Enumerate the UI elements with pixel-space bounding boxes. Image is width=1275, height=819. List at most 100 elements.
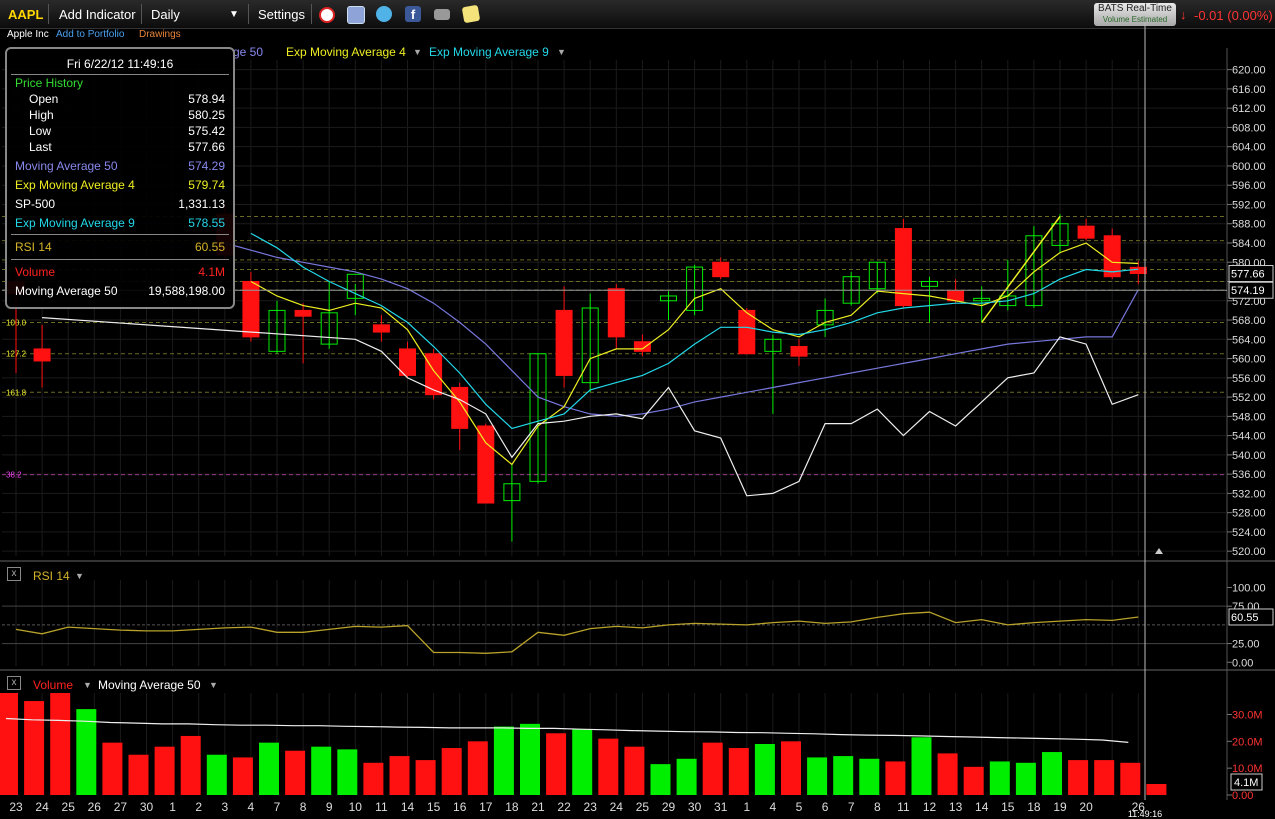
chevron-down-icon[interactable]: ▼	[75, 571, 84, 581]
last-price-label: 577.66	[1231, 269, 1265, 281]
candle-body	[294, 309, 312, 317]
fib-label: 38.2	[6, 471, 22, 480]
volume-bar	[624, 746, 645, 795]
x-tick-label: 4	[770, 800, 777, 814]
x-tick-label: 15	[427, 800, 441, 814]
volume-bar	[911, 737, 932, 795]
x-tick-label: 29	[662, 800, 676, 814]
volume-bar	[285, 750, 306, 795]
volume-bar	[885, 761, 906, 795]
x-tick-label: 25	[62, 800, 76, 814]
x-tick-label: 27	[114, 800, 128, 814]
volume-tick-label: 30.0M	[1232, 709, 1263, 721]
candle-body	[33, 348, 51, 362]
volume-bar	[363, 762, 384, 795]
volume-bar	[781, 741, 801, 795]
x-tick-label: 7	[848, 800, 855, 814]
x-tick-label: 18	[505, 800, 519, 814]
volume-bar	[180, 735, 201, 795]
chevron-down-icon[interactable]: ▼	[413, 47, 422, 57]
volume-bar	[807, 757, 828, 795]
candle-body	[712, 261, 730, 278]
close-icon[interactable]: x	[7, 567, 21, 581]
x-tick-label: 12	[923, 800, 937, 814]
x-tick-label: 8	[874, 800, 881, 814]
volume-bar	[415, 760, 436, 795]
x-tick-label: 17	[479, 800, 493, 814]
y-tick-label: 528.00	[1232, 508, 1266, 520]
rsi-value-label: 60.55	[1231, 612, 1259, 624]
tooltip-sp500: SP-500 1,331.13	[15, 197, 225, 211]
tooltip-high: High 580.25	[29, 108, 225, 122]
y-tick-label: 556.00	[1232, 373, 1266, 385]
volume-bar	[963, 766, 984, 795]
tooltip-low: Low 575.42	[29, 124, 225, 138]
volume-bar	[1146, 783, 1167, 795]
chevron-down-icon[interactable]: ▼	[209, 680, 218, 690]
tooltip-last: Last 577.66	[29, 140, 225, 154]
x-tick-label: 13	[949, 800, 963, 814]
volume-bar	[1042, 752, 1062, 795]
volume-bar	[0, 693, 18, 795]
x-tick-label: 30	[140, 800, 154, 814]
tooltip-ma50: Moving Average 50 574.29	[15, 159, 225, 173]
y-tick-label: 532.00	[1232, 488, 1266, 500]
chevron-down-icon[interactable]: ▼	[83, 680, 92, 690]
x-tick-label: 10	[349, 800, 363, 814]
crosshair-time-label: 11:49:16	[1128, 809, 1162, 819]
close-icon[interactable]: x	[7, 676, 21, 690]
x-tick-label: 4	[248, 800, 255, 814]
candle-body	[555, 309, 573, 376]
candle-body	[451, 386, 469, 429]
volume-bar	[311, 746, 332, 795]
y-tick-label: 608.00	[1232, 122, 1266, 134]
tooltip-volume-ma: Moving Average 50 19,588,198.00	[15, 284, 225, 298]
volume-bar	[232, 757, 253, 795]
tooltip-divider	[11, 74, 229, 75]
x-tick-label: 31	[714, 800, 728, 814]
volume-bar	[1094, 760, 1115, 795]
volume-panel-title[interactable]: Volume	[33, 678, 73, 692]
x-tick-label: 24	[610, 800, 624, 814]
x-tick-label: 22	[557, 800, 571, 814]
volume-bar	[102, 742, 123, 795]
x-tick-label: 3	[221, 800, 228, 814]
tooltip-divider	[11, 259, 229, 260]
volume-value-label: 4.1M	[1234, 777, 1258, 789]
fib-label: 161.8	[6, 388, 27, 397]
volume-tick-label: 20.0M	[1232, 736, 1263, 748]
y-tick-label: 544.00	[1232, 431, 1266, 443]
legend-ema9[interactable]: Exp Moving Average 9	[429, 45, 549, 59]
tooltip-rsi: RSI 14 60.55	[15, 240, 225, 254]
tooltip-header: Price History	[15, 76, 84, 90]
y-tick-label: 588.00	[1232, 219, 1266, 231]
x-tick-label: 16	[453, 800, 467, 814]
volume-bar	[937, 753, 958, 795]
x-tick-label: 5	[796, 800, 803, 814]
x-tick-label: 20	[1079, 800, 1093, 814]
x-tick-label: 1	[169, 800, 176, 814]
y-tick-label: 620.00	[1232, 65, 1266, 77]
volume-bar	[493, 726, 514, 795]
x-tick-label: 24	[35, 800, 49, 814]
x-tick-label: 19	[1053, 800, 1067, 814]
y-tick-label: 520.00	[1232, 546, 1266, 558]
y-tick-label: 548.00	[1232, 411, 1266, 423]
x-tick-label: 18	[1027, 800, 1041, 814]
legend-ema4[interactable]: Exp Moving Average 4	[286, 45, 406, 59]
chevron-down-icon[interactable]: ▼	[557, 47, 566, 57]
x-tick-label: 23	[9, 800, 23, 814]
legend-ma50[interactable]: ge 50	[233, 45, 263, 59]
rsi-panel-title[interactable]: RSI 14	[33, 569, 70, 583]
x-tick-label: 8	[300, 800, 307, 814]
x-tick-label: 14	[975, 800, 989, 814]
volume-ma-title[interactable]: Moving Average 50	[98, 678, 201, 692]
x-tick-label: 11	[375, 800, 388, 814]
candle-body	[633, 341, 651, 352]
y-tick-label: 540.00	[1232, 450, 1266, 462]
candle-body	[425, 353, 443, 396]
volume-bar	[546, 733, 567, 795]
candle-body	[1129, 266, 1147, 275]
volume-tick-label: 0.00	[1232, 790, 1253, 802]
y-tick-label: 564.00	[1232, 334, 1266, 346]
